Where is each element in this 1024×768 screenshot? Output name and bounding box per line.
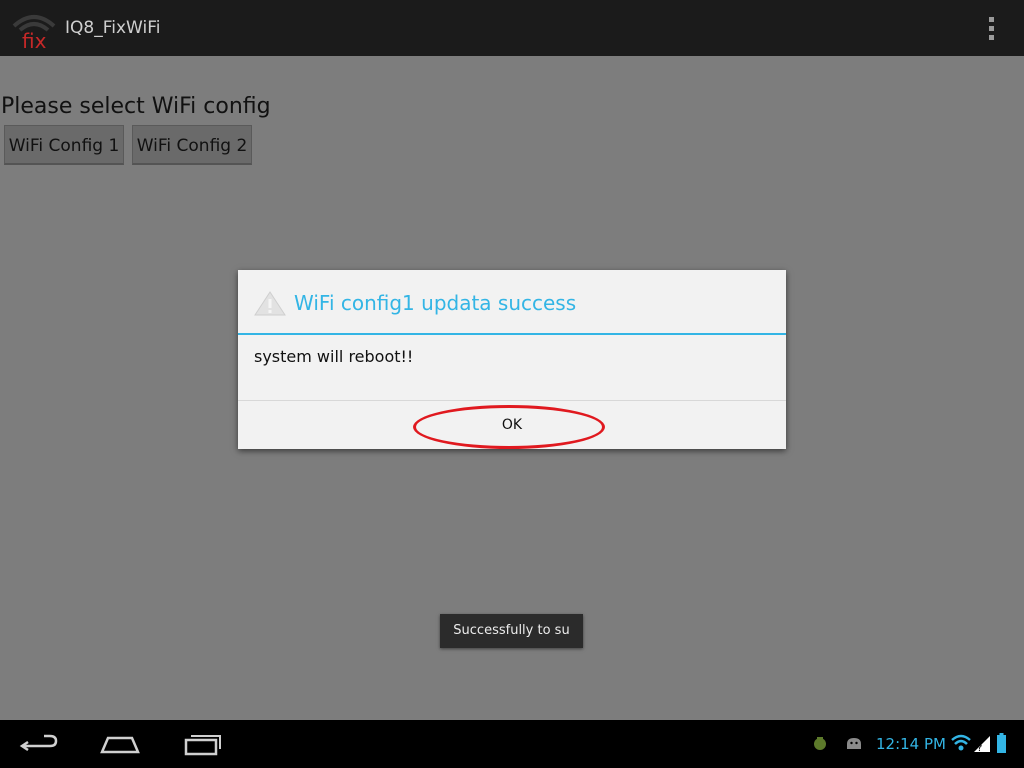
android-debug-icon [814, 737, 826, 750]
dialog-header: WiFi config1 updata success [238, 270, 786, 335]
toast-message: Successfully to su [440, 614, 583, 648]
screen: fix IQ8_FixWiFi Please select WiFi confi… [0, 0, 1024, 768]
wifi-config-1-button[interactable]: WiFi Config 1 [4, 125, 124, 165]
action-bar: fix IQ8_FixWiFi [0, 0, 1024, 56]
config-prompt: Please select WiFi config [1, 94, 271, 119]
back-icon[interactable] [18, 730, 62, 760]
wifi-config-2-button[interactable]: WiFi Config 2 [132, 125, 252, 165]
overflow-menu-icon[interactable] [978, 12, 1006, 44]
status-icons: ? [951, 733, 1006, 754]
wifi-icon [951, 734, 971, 751]
battery-icon [997, 733, 1006, 753]
app-title: IQ8_FixWiFi [65, 18, 161, 38]
highlight-circle [413, 405, 605, 449]
warning-icon [254, 291, 286, 316]
dialog-title: WiFi config1 updata success [294, 291, 577, 315]
svg-text:?: ? [977, 743, 982, 754]
android-icon [847, 738, 861, 749]
recent-apps-icon[interactable] [180, 730, 224, 760]
clock: 12:14 PM [876, 735, 946, 753]
app-icon-label: fix [22, 29, 47, 52]
dialog-message: system will reboot!! [254, 347, 414, 366]
home-icon[interactable] [98, 730, 142, 760]
app-fix-wifi-icon: fix [12, 15, 56, 52]
system-bar [0, 720, 1024, 768]
signal-icon: ? [974, 736, 990, 754]
